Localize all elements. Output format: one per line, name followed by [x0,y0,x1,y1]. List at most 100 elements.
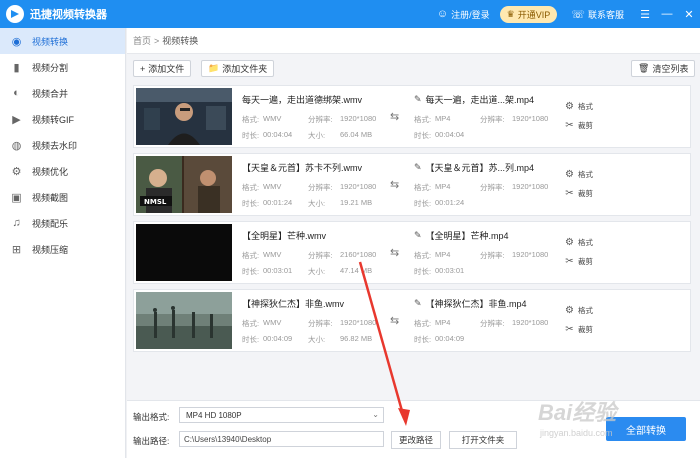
open-folder-label: 打开文件夹 [461,435,505,445]
resolution-label: 分辨率: [308,319,333,328]
sidebar-item-label: 视频去水印 [32,140,78,151]
sidebar-item-watermark[interactable]: ◍ 视频去水印 [0,132,125,158]
cut-button[interactable]: ✂ 裁剪 [564,256,593,267]
vip-button[interactable]: ♛ 开通VIP [499,5,558,23]
sidebar-item-music[interactable]: ♫ 视频配乐 [0,210,125,236]
convert-all-label: 全部转换 [626,425,666,437]
cut-button-label: 裁剪 [578,189,593,198]
output-path-field[interactable]: C:\Users\13940\Desktop [179,431,384,447]
source-filename: 【全明星】芒种.wmv [242,231,326,241]
source-resolution: 2160*1080 [340,250,377,259]
size-label: 大小: [308,335,326,344]
clear-list-button[interactable]: 🗑 清空列表 [631,60,696,77]
output-filename[interactable]: ✎ 【天皇＆元首】苏...列.mp4 [414,161,534,174]
gear-icon: ⚙ [565,237,574,248]
size-label: 大小: [308,199,326,208]
add-folder-button[interactable]: 📁 添加文件夹 [201,60,275,77]
video-thumbnail [136,292,232,349]
shuffle-icon: ⇆ [390,315,400,327]
output-duration: 00:04:04 [435,130,465,139]
toolbar: + 添加文件 📁 添加文件夹 🗑 清空列表 [127,54,700,84]
video-thumbnail [136,88,232,145]
cut-button[interactable]: ✂ 裁剪 [564,120,593,131]
merge-icon: ◐ [13,87,20,99]
sidebar-item-convert[interactable]: ◉ 视频转换 [0,28,125,54]
main-panel: 首页 > 视频转换 + 添加文件 📁 添加文件夹 🗑 清空列表 每天一遍，走出道… [127,28,700,458]
source-duration: 00:03:01 [263,266,293,275]
add-file-label: 添加文件 [148,64,185,74]
duration-label: 时长: [242,335,260,344]
pencil-icon: ✎ [414,298,422,308]
headset-icon: ☏ [571,8,585,21]
output-path-label: 输出路径: [133,436,170,446]
source-size: 66.04 MB [340,130,373,139]
baidu-watermark: Bai经验 [538,400,617,425]
source-format: WMV [263,250,282,259]
sidebar-item-screenshot[interactable]: ▣ 视频截图 [0,184,125,210]
cut-button-label: 裁剪 [578,325,593,334]
output-format: MP4 [435,182,451,191]
format-label: 格式: [242,115,260,124]
format-button[interactable]: ⚙ 格式 [564,169,593,180]
close-icon[interactable]: ✕ [678,0,700,28]
open-folder-button[interactable]: 打开文件夹 [449,431,517,449]
format-label: 格式: [242,183,260,192]
scissors-icon: ✂ [565,324,574,335]
sidebar-item-split[interactable]: ▮ 视频分割 [0,54,125,80]
file-row[interactable]: 【全明星】芒种.wmv 格式: WMV 分辨率: 2160*1080 时长: 0… [133,221,691,284]
format-button[interactable]: ⚙ 格式 [564,305,593,316]
sidebar-item-optimize[interactable]: ⚙ 视频优化 [0,158,125,184]
vip-label: 开通VIP [517,9,551,20]
sidebar-item-gif[interactable]: ▶ 视频转GIF [0,106,125,132]
minimize-icon[interactable]: — [656,0,678,28]
format-label: 格式: [414,319,432,328]
video-thumbnail: NMSL [136,156,232,213]
output-filename[interactable]: ✎ 每天一遍，走出道...架.mp4 [414,93,534,106]
output-resolution: 1920*1080 [512,182,549,191]
resolution-label: 分辨率: [308,115,333,124]
source-filename: 【神探狄仁杰】非鱼.wmv [242,299,344,309]
file-row[interactable]: 【神探狄仁杰】非鱼.wmv 格式: WMV 分辨率: 1920*1080 时长:… [133,289,691,352]
format-label: 格式: [242,251,260,260]
output-duration: 00:04:09 [435,334,465,343]
format-button-label: 格式 [578,306,593,315]
sidebar-item-compress[interactable]: ⊞ 视频压缩 [0,236,125,262]
sidebar-item-label: 视频转GIF [32,114,74,125]
duration-label: 时长: [242,199,260,208]
format-button[interactable]: ⚙ 格式 [564,101,593,112]
pencil-icon: ✎ [414,94,422,104]
output-resolution: 1920*1080 [512,250,549,259]
file-row[interactable]: 每天一遍，走出道德绑架.wmv 格式: WMV 分辨率: 1920*1080 时… [133,85,691,148]
convert-all-button[interactable]: 全部转换 [606,417,686,441]
service-label: 联系客服 [587,9,624,20]
sidebar-item-merge[interactable]: ◐ 视频合并 [0,80,125,106]
format-button-label: 格式 [578,102,593,111]
cut-button[interactable]: ✂ 裁剪 [564,324,593,335]
watermark-remove-icon: ◍ [11,139,22,152]
plus-icon: + [140,63,146,74]
shuffle-icon: ⇆ [390,179,400,191]
sidebar-item-label: 视频优化 [32,166,69,177]
output-filename[interactable]: ✎ 【全明星】芒种.mp4 [414,229,509,242]
output-format-select[interactable]: MP4 HD 1080P ⌄ [179,407,384,423]
resolution-label: 分辨率: [480,183,505,192]
output-filename[interactable]: ✎ 【神探狄仁杰】非鱼.mp4 [414,297,527,310]
svg-text:NMSL: NMSL [144,198,167,206]
optimize-icon: ⚙ [11,165,22,178]
source-resolution: 1920*1080 [340,182,377,191]
duration-label: 时长: [242,131,260,140]
duration-label: 时长: [414,335,432,344]
video-convert-icon: ◉ [11,35,22,48]
cut-button[interactable]: ✂ 裁剪 [564,188,593,199]
file-row[interactable]: NMSL 【天皇＆元首】苏卡不列.wmv 格式: WMV 分辨率: 1920*1… [133,153,691,216]
breadcrumb-home[interactable]: 首页 [133,34,151,47]
login-link[interactable]: ☺ 注册/登录 [437,8,490,21]
change-path-button[interactable]: 更改路径 [391,431,441,449]
format-button[interactable]: ⚙ 格式 [564,237,593,248]
add-file-button[interactable]: + 添加文件 [133,60,192,77]
app-title: 迅捷视频转换器 [30,9,107,21]
menu-icon[interactable]: ☰ [634,0,656,28]
service-link[interactable]: ☏ 联系客服 [571,8,624,21]
source-filename: 【天皇＆元首】苏卡不列.wmv [242,163,362,173]
scissors-icon: ✂ [565,256,574,267]
